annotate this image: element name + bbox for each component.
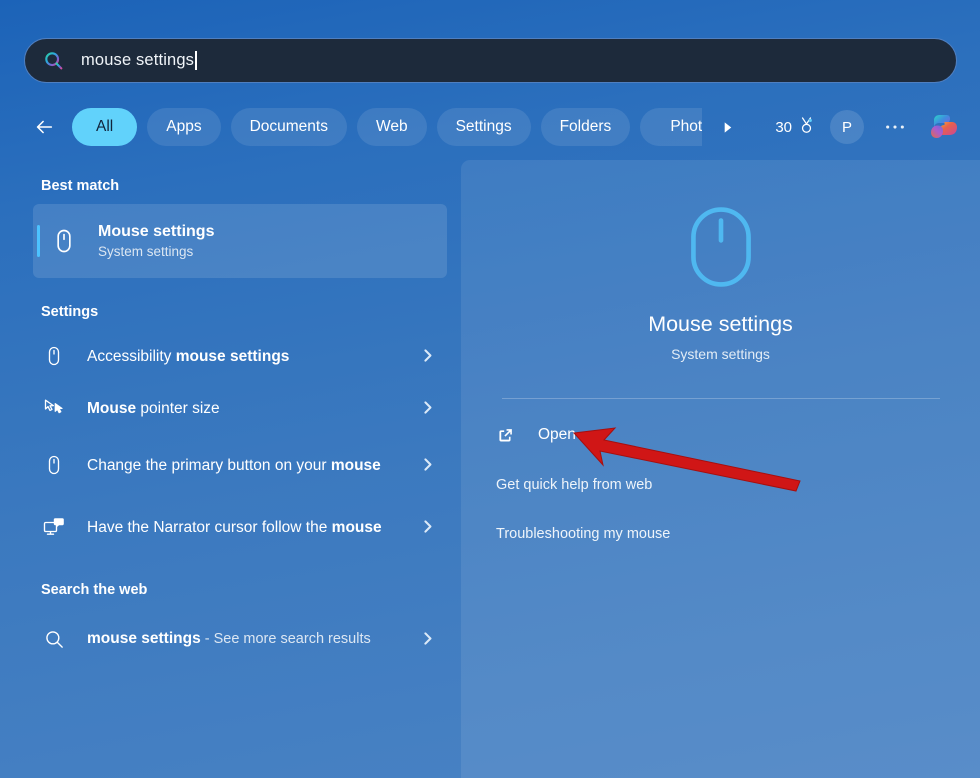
web-see-more-text: - See more search results: [201, 631, 371, 647]
label-highlight: mouse: [331, 457, 381, 474]
get-quick-help-link[interactable]: Get quick help from web: [496, 477, 980, 497]
best-match-header: Best match: [0, 178, 461, 194]
open-external-icon: [496, 426, 515, 445]
preview-divider: [502, 398, 940, 399]
results-pane: Best match Mouse settings System setting…: [0, 160, 461, 778]
chevron-right-icon[interactable]: [419, 347, 437, 365]
result-row-web-search[interactable]: mouse settings - See more search results: [33, 608, 447, 670]
web-query-text: mouse settings: [87, 630, 201, 647]
label-highlight: mouse settings: [176, 348, 290, 365]
tab-documents[interactable]: Documents: [231, 108, 347, 146]
result-row-mouse-pointer-size[interactable]: Mouse pointer size: [33, 382, 447, 434]
best-match-subtitle: System settings: [98, 243, 214, 261]
mouse-icon: [41, 343, 67, 369]
preview-pane: Mouse settings System settings Open Get …: [461, 160, 980, 778]
result-label: mouse settings - See more search results: [87, 627, 419, 651]
tab-settings[interactable]: Settings: [437, 108, 531, 146]
label-prefix: Have the Narrator cursor follow the: [87, 519, 332, 536]
cursor-size-icon: [41, 395, 67, 421]
chevron-right-icon[interactable]: [419, 518, 437, 536]
open-action-row[interactable]: Open: [496, 421, 980, 449]
label-highlight: mouse: [332, 519, 382, 536]
rewards-count: 30: [775, 119, 792, 136]
mouse-large-icon: [684, 204, 758, 290]
result-label: Mouse pointer size: [87, 397, 419, 420]
label-suffix: pointer size: [136, 400, 220, 417]
preview-title: Mouse settings: [461, 312, 980, 337]
chevron-right-icon[interactable]: [419, 399, 437, 417]
tabs-next-arrow-icon[interactable]: [710, 108, 744, 146]
settings-section-header: Settings: [0, 304, 461, 320]
best-match-result-item[interactable]: Mouse settings System settings: [33, 204, 447, 278]
rewards-medal-icon: [797, 116, 816, 139]
back-button[interactable]: [24, 107, 64, 147]
mouse-icon: [41, 452, 67, 478]
search-the-web-header: Search the web: [0, 582, 461, 598]
text-caret: [195, 51, 197, 70]
rewards-indicator[interactable]: 30: [775, 116, 816, 139]
tab-all[interactable]: All: [72, 108, 137, 146]
preview-subtitle: System settings: [461, 346, 980, 362]
result-row-narrator-cursor-follow[interactable]: Have the Narrator cursor follow the mous…: [33, 496, 447, 558]
search-glass-icon: [41, 626, 67, 652]
chevron-right-icon[interactable]: [419, 630, 437, 648]
best-match-text-block: Mouse settings System settings: [98, 222, 214, 261]
mouse-icon: [50, 227, 78, 255]
copilot-icon[interactable]: [928, 109, 964, 145]
result-label: Have the Narrator cursor follow the mous…: [87, 516, 419, 539]
more-options-icon[interactable]: [878, 110, 912, 144]
troubleshooting-link[interactable]: Troubleshooting my mouse: [496, 526, 980, 546]
tab-folders[interactable]: Folders: [541, 108, 631, 146]
result-label: Accessibility mouse settings: [87, 345, 419, 368]
selection-accent-bar: [37, 225, 40, 257]
tab-apps[interactable]: Apps: [147, 108, 220, 146]
chevron-right-icon[interactable]: [419, 456, 437, 474]
label-prefix: Accessibility: [87, 348, 176, 365]
account-avatar[interactable]: P: [830, 110, 864, 144]
tab-photos[interactable]: Phot: [640, 108, 702, 146]
tab-photos-clipped-container: Phot: [640, 108, 702, 146]
search-bar[interactable]: mouse settings: [24, 38, 957, 83]
narrator-icon: [41, 514, 67, 540]
search-icon: [43, 50, 65, 72]
tab-web[interactable]: Web: [357, 108, 427, 146]
filter-tab-row: All Apps Documents Web Settings Folders …: [24, 103, 964, 151]
label-highlight: Mouse: [87, 400, 136, 417]
result-row-accessibility-mouse-settings[interactable]: Accessibility mouse settings: [33, 330, 447, 382]
search-input-value[interactable]: mouse settings: [81, 51, 194, 70]
open-label: Open: [538, 426, 576, 444]
result-row-change-primary-button[interactable]: Change the primary button on your mouse: [33, 434, 447, 496]
label-prefix: Change the primary button on your: [87, 457, 331, 474]
result-label: Change the primary button on your mouse: [87, 454, 419, 477]
best-match-title: Mouse settings: [98, 222, 214, 242]
account-initial: P: [842, 119, 852, 136]
